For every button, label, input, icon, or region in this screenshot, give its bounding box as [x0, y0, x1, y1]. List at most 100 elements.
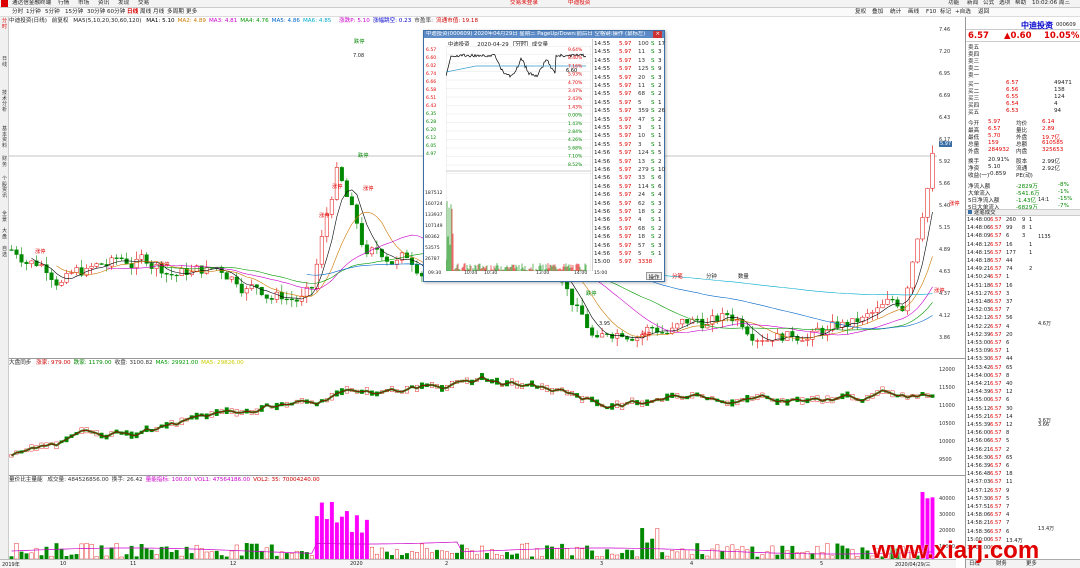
tick-row[interactable]: 14:52:12 6.57 56 — [966, 315, 1036, 323]
sidebar-item[interactable]: 自选 — [0, 246, 9, 258]
tick-row[interactable]: 14:56:39 6.57 6 — [966, 463, 1036, 471]
tick-row[interactable]: 14:56 5.97 5 S 1 — [593, 251, 666, 258]
tick-row[interactable]: 14:54:21 6.57 40 — [966, 381, 1036, 389]
menu-item[interactable]: 帮助 — [1015, 0, 1026, 7]
period-tab[interactable]: 周线 — [140, 8, 151, 16]
menu-item[interactable]: 发现 — [118, 0, 129, 7]
tick-row[interactable]: 14:56 5.97 62 S 3 — [593, 201, 666, 208]
sidebar-item[interactable]: 技术分析 — [0, 90, 9, 113]
intraday-popup[interactable]: 中迪投资(000609) 2020年04月29日 星期三 PageUp/Down… — [423, 30, 665, 282]
toolbar-button[interactable]: 返回 — [978, 8, 989, 16]
tick-row[interactable]: 14:55 5.97 125 S 9 — [593, 66, 666, 73]
alert-text[interactable]: 交易未登录 — [510, 0, 538, 7]
tick-row[interactable]: 14:48:18 6.57 44 — [966, 258, 1036, 266]
tick-row[interactable]: 14:51:48 6.57 37 — [966, 299, 1036, 307]
period-tab[interactable]: 更多 — [186, 8, 197, 16]
tick-row[interactable]: 14:55 5.97 11 S 3 — [593, 49, 666, 56]
tick-row[interactable]: 14:55:12 6.57 30 — [966, 406, 1036, 414]
tick-row[interactable]: 14:49:21 6.57 74 2 — [966, 266, 1036, 274]
tick-row[interactable]: 14:55 5.97 100 S 17 — [593, 41, 666, 48]
sidebar-item[interactable]: 日线 — [0, 56, 9, 68]
period-tab-active[interactable]: 日线 — [127, 8, 138, 16]
tick-row[interactable]: 14:56 5.97 18 S 2 — [593, 234, 666, 241]
toolbar-button[interactable]: +自选 — [955, 8, 971, 16]
period-tab[interactable]: 月线 — [153, 8, 164, 16]
sidebar-item[interactable]: 基本资料 — [0, 126, 9, 149]
tick-row[interactable]: 14:55:39 6.57 12 — [966, 422, 1036, 430]
tick-row[interactable]: 14:51:18 6.57 16 — [966, 283, 1036, 291]
sidebar-item[interactable]: 全景 — [0, 211, 9, 223]
tick-row[interactable]: 14:55 5.97 10 S 1 — [593, 133, 666, 140]
period-tab[interactable]: 分时 — [12, 8, 23, 16]
period-tab[interactable]: 60分钟 — [107, 8, 125, 16]
tick-row[interactable]: 14:55 5.97 3 S 1 — [593, 142, 666, 149]
tick-row[interactable]: 14:55 5.97 13 S 3 — [593, 58, 666, 65]
tick-row[interactable]: 14:55 5.97 47 S 2 — [593, 117, 666, 124]
tick-row[interactable]: 14:54:39 6.57 12 — [966, 389, 1036, 397]
period-tab[interactable]: 1分钟 — [26, 8, 41, 16]
period-tab[interactable]: 30分钟 — [87, 8, 105, 16]
tick-row[interactable]: 14:55 5.97 3 S 1 — [593, 125, 666, 132]
toolbar-button[interactable]: F10 — [926, 8, 936, 16]
tick-row[interactable]: 14:57:30 6.57 5 — [966, 496, 1036, 504]
tick-row[interactable]: 14:48:09 6.57 6 3 — [966, 233, 1036, 241]
period-tab[interactable]: 15分钟 — [65, 8, 83, 16]
period-tab[interactable]: 5分钟 — [45, 8, 60, 16]
intraday-chart[interactable]: 6.609.64%8.40%7.16%5.93%4.70%3.47%2.43%1… — [446, 46, 591, 271]
tick-row[interactable]: 14:56 5.97 18 S 2 — [593, 209, 666, 216]
tick-row[interactable]: 14:58:36 6.57 6 — [966, 529, 1036, 537]
tick-row[interactable]: 14:53:00 6.57 6 — [966, 340, 1036, 348]
tick-row[interactable]: 14:53:09 6.57 1 — [966, 348, 1036, 356]
tick-row[interactable]: 14:57:12 6.57 9 — [966, 488, 1036, 496]
tick-row[interactable]: 14:57:51 6.57 7 — [966, 504, 1036, 512]
tick-row[interactable]: 14:52:39 6.57 20 — [966, 332, 1036, 340]
menu-item[interactable]: 新闻 — [967, 0, 978, 7]
tick-row[interactable]: 14:55 5.97 68 S 2 — [593, 91, 666, 98]
tick-row[interactable]: 14:56 5.97 68 S 2 — [593, 226, 666, 233]
tick-row[interactable]: 14:48:15 6.57 177 1 — [966, 250, 1036, 258]
popup-op-button[interactable]: 操作 — [646, 272, 662, 281]
tick-row[interactable]: 14:56 5.97 33 S 6 — [593, 175, 666, 182]
sidebar-item[interactable]: 个股资讯 — [0, 176, 9, 199]
menu-item[interactable]: 选项 — [999, 0, 1010, 7]
menu-item[interactable]: 公式 — [983, 0, 994, 7]
close-icon[interactable]: × — [653, 31, 662, 38]
tick-row[interactable]: 14:57:03 6.57 11 — [966, 479, 1036, 487]
tick-row[interactable]: 14:56:00 6.57 8 — [966, 430, 1036, 438]
menu-item[interactable]: 交易 — [138, 0, 149, 7]
tick-row[interactable]: 14:56 5.97 114 S 6 — [593, 184, 666, 191]
tick-row[interactable]: 15:00 5.97 3338 — [593, 259, 666, 266]
tick-row[interactable]: 14:55 5.97 20 S 3 — [593, 75, 666, 82]
tick-row[interactable]: 14:53:42 6.57 65 — [966, 365, 1036, 373]
tick-row[interactable]: 14:55:00 6.57 6 — [966, 397, 1036, 405]
tick-row[interactable]: 14:56:48 6.57 18 — [966, 471, 1036, 479]
tick-row[interactable]: 14:54:00 6.57 8 — [966, 373, 1036, 381]
tick-row[interactable]: 14:55 5.97 11 S 2 — [593, 83, 666, 90]
alert-text[interactable]: 中迪投资 — [568, 0, 590, 7]
tick-row[interactable]: 14:56 5.97 279 S 10 — [593, 167, 666, 174]
popup-title[interactable]: 中迪投资(000609) 2020年04月29日 星期三 PageUp/Down… — [424, 31, 664, 38]
tick-row[interactable]: 14:48:12 6.57 16 1 — [966, 242, 1036, 250]
toolbar-button[interactable]: 统计 — [890, 8, 901, 16]
tick-row[interactable]: 14:58:06 6.57 4 — [966, 512, 1036, 520]
tick-row[interactable]: 14:52:03 6.57 7 — [966, 307, 1036, 315]
tick-row[interactable]: 14:48:06 6.57 99 8 1 — [966, 225, 1036, 233]
tick-list-right[interactable]: 14:48:00 6.57 260 9 1 14:48:06 6.57 99 8 1 14:48:0… — [966, 217, 1036, 559]
sidebar-item[interactable]: 财务 — [0, 156, 9, 168]
tick-row[interactable]: 14:56:21 6.57 2 — [966, 447, 1036, 455]
tick-row[interactable]: 14:55 5.97 5 S 1 — [593, 100, 666, 107]
menu-item[interactable]: 市场 — [78, 0, 89, 7]
tick-row[interactable]: 14:48:00 6.57 260 9 1 — [966, 217, 1036, 225]
sidebar-item[interactable]: 大盘 — [0, 228, 9, 240]
tick-row[interactable]: 14:55 5.97 359 S 26 — [593, 108, 666, 115]
index-chart[interactable] — [9, 367, 937, 475]
period-tab[interactable]: 多周期 — [167, 8, 184, 16]
tick-row[interactable]: 14:53:30 6.57 44 — [966, 356, 1036, 364]
tick-row[interactable]: 14:56:30 6.57 65 — [966, 455, 1036, 463]
menu-item[interactable]: 资讯 — [98, 0, 109, 7]
tick-row[interactable]: 14:51:27 6.57 3 — [966, 291, 1036, 299]
popup-tab[interactable]: 分笔 — [672, 272, 692, 280]
toolbar-button[interactable]: 画线 — [908, 8, 919, 16]
toolbar-button[interactable]: 叠加 — [872, 8, 883, 16]
menu-item[interactable]: 行情 — [58, 0, 69, 7]
